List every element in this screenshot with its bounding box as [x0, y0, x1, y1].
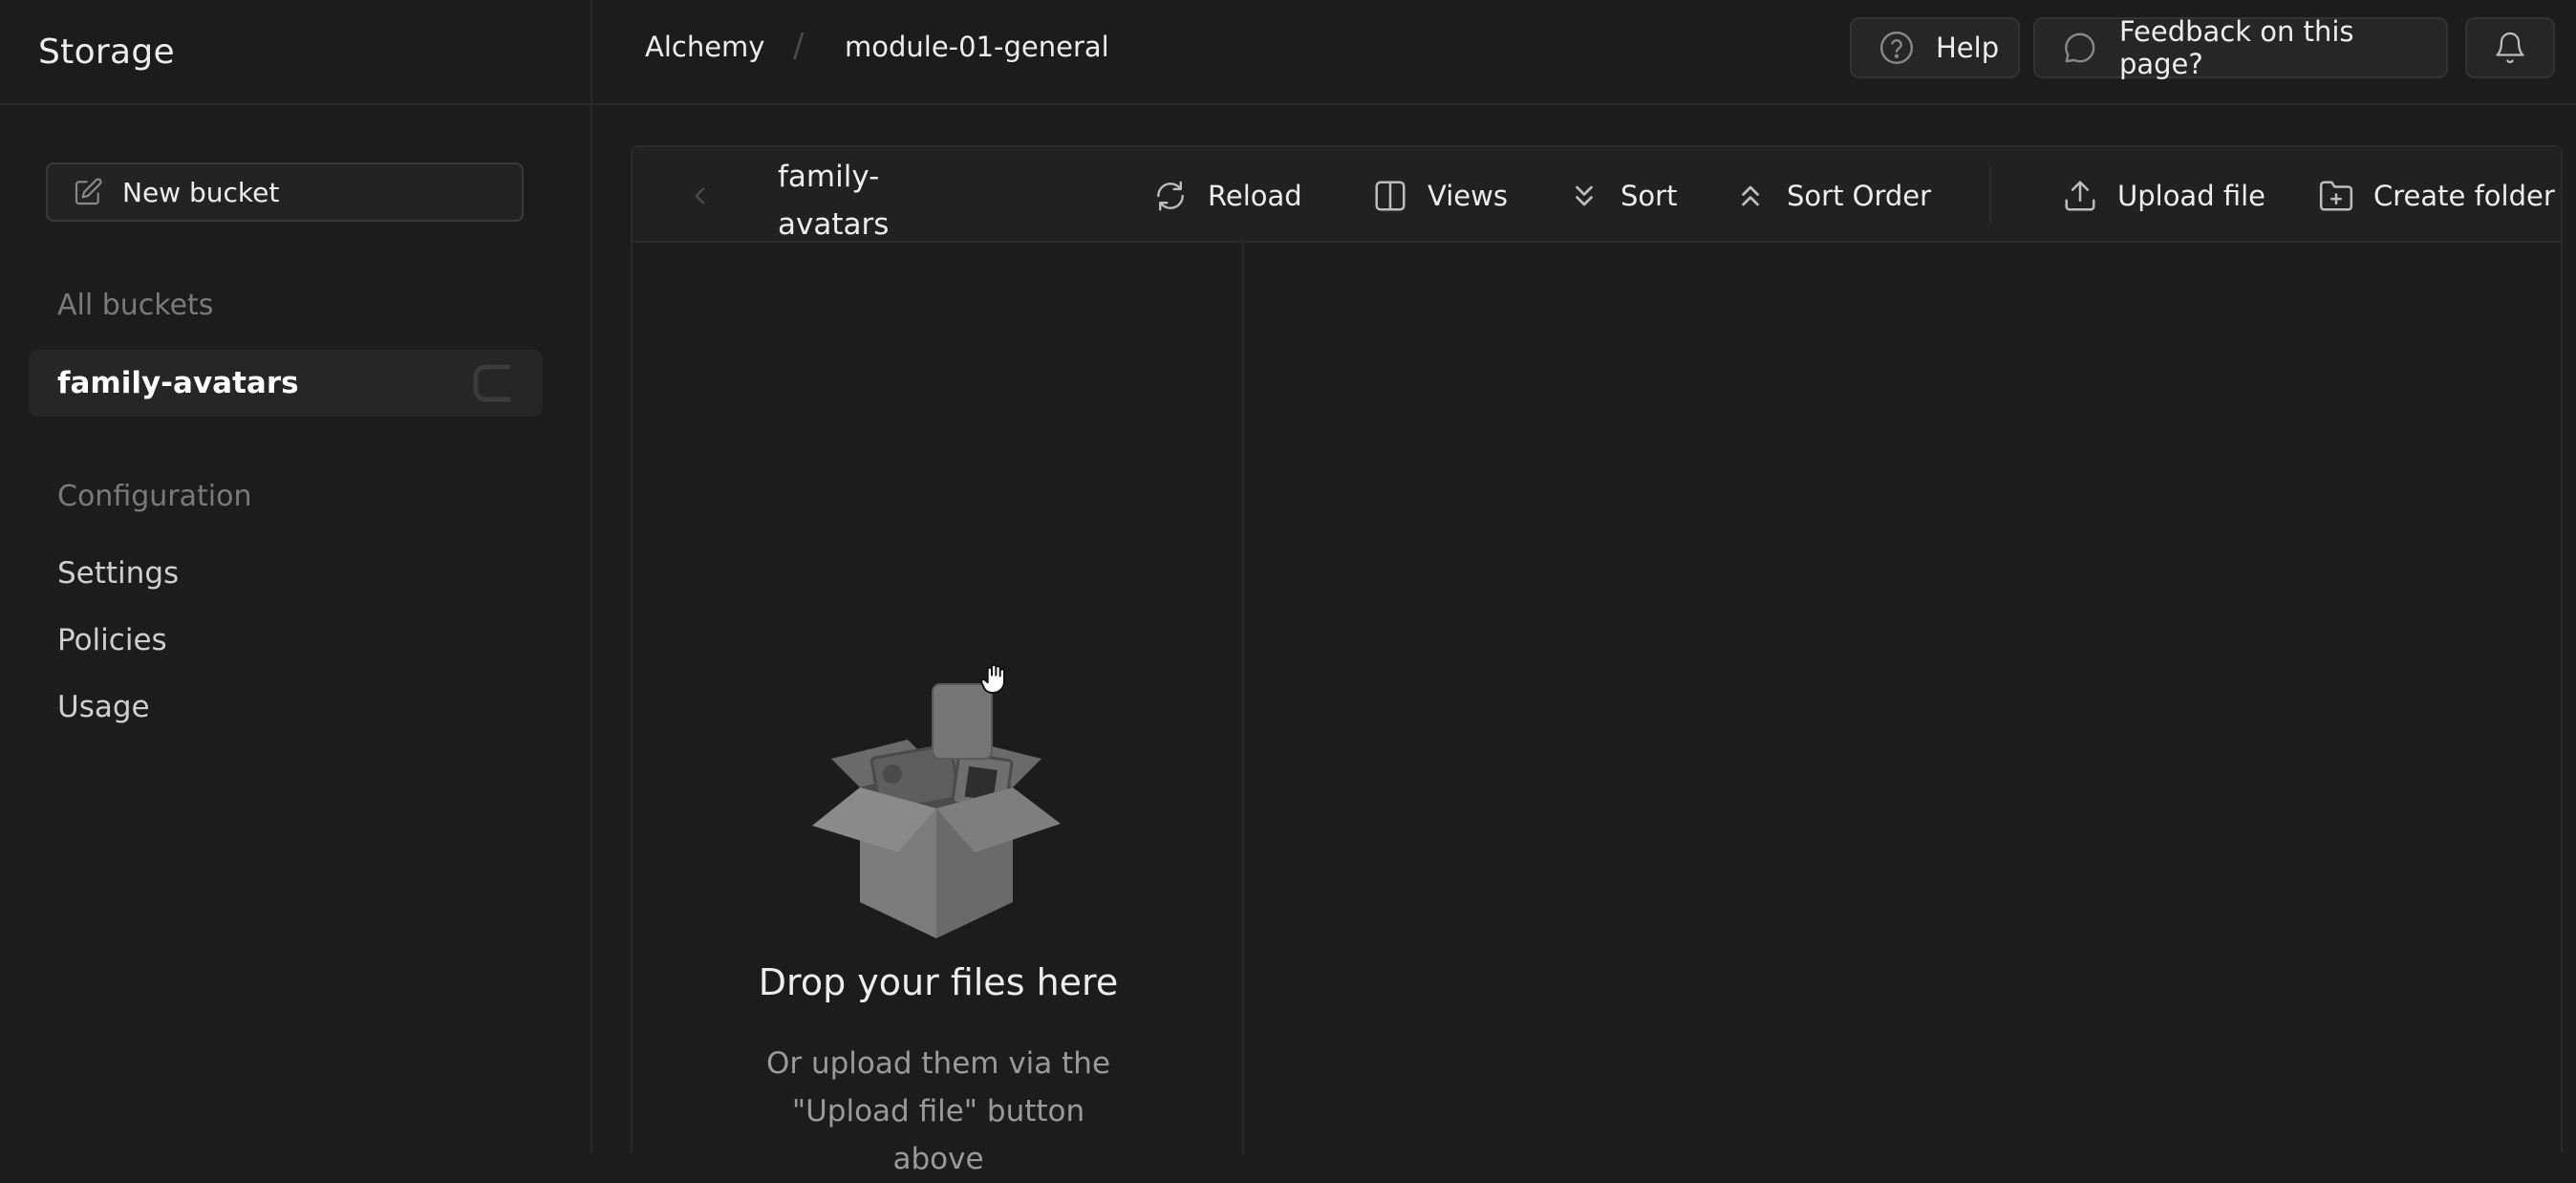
sidebar-item-settings[interactable]: Settings [57, 556, 179, 591]
breadcrumb-separator: / [793, 27, 805, 65]
reload-label: Reload [1208, 180, 1302, 212]
bucket-menu-icon[interactable] [468, 359, 518, 407]
bucket-item-family-avatars[interactable]: family-avatars [29, 350, 543, 417]
reload-button[interactable]: Reload [1152, 174, 1302, 218]
sidebar: Storage New bucket All buckets family-av… [0, 0, 592, 1152]
feedback-button[interactable]: Feedback on this page? [2033, 15, 2448, 80]
sort-order-label: Sort Order [1787, 180, 1932, 212]
chevrons-down-icon [1576, 185, 1593, 206]
toolbar-divider [1989, 166, 1991, 224]
upload-file-button[interactable]: Upload file [2062, 174, 2265, 218]
create-folder-button[interactable]: Create folder [2318, 174, 2555, 218]
empty-state-subtitle-line3: above [892, 1142, 984, 1176]
sort-button[interactable]: Sort [1567, 174, 1677, 218]
feedback-label: Feedback on this page? [2118, 15, 2354, 80]
bucket-title-line1: family- [778, 160, 880, 194]
empty-state-subtitle-line1: Or upload them via the [765, 1046, 1111, 1081]
breadcrumb-org[interactable]: Alchemy [645, 31, 764, 63]
explorer-toolbar: family- avatars Reload Views Sort Sort O… [633, 147, 2561, 243]
chat-bubble-icon [2065, 32, 2095, 63]
chevrons-up-icon [1742, 185, 1759, 206]
configuration-label: Configuration [57, 480, 252, 513]
sidebar-header: Storage [0, 0, 590, 105]
all-buckets-label: All buckets [57, 289, 214, 322]
sidebar-item-policies[interactable]: Policies [57, 623, 167, 657]
help-label: Help [1936, 32, 2000, 64]
notifications-button[interactable] [2465, 17, 2555, 78]
help-button[interactable]: Help [1850, 17, 2020, 78]
bucket-name: family-avatars [57, 366, 299, 400]
refresh-icon [1157, 181, 1184, 211]
file-column[interactable]: Drop your files here Or upload them via … [633, 243, 1244, 1176]
chevron-left-icon[interactable] [688, 182, 713, 210]
bucket-title-line2: avatars [778, 207, 890, 242]
sidebar-title: Storage [38, 32, 175, 72]
top-bar: Alchemy / module-01-general Help Feedbac… [592, 0, 2576, 105]
upload-icon [2065, 181, 2095, 211]
sidebar-item-usage[interactable]: Usage [57, 690, 150, 724]
views-button[interactable]: Views [1372, 174, 1508, 218]
hand-cursor-icon [980, 663, 1005, 694]
file-explorer: family- avatars Reload Views Sort Sort O… [631, 145, 2563, 1176]
sort-label: Sort [1621, 180, 1678, 212]
storage-app: Storage New bucket All buckets family-av… [0, 0, 2576, 1176]
breadcrumb-project[interactable]: module-01-general [845, 31, 1109, 63]
empty-state-subtitle: Or upload them via the "Upload file" but… [747, 1040, 1129, 1183]
bell-icon [2496, 32, 2524, 64]
empty-state-title: Drop your files here [758, 961, 1119, 1003]
columns-icon [1375, 181, 1406, 211]
empty-state-subtitle-line2: "Upload file" button [791, 1094, 1085, 1129]
new-bucket-button[interactable]: New bucket [46, 162, 524, 222]
bucket-title: family- avatars [778, 153, 889, 248]
help-icon [1879, 31, 1914, 65]
folder-plus-icon [2319, 181, 2353, 211]
edit-icon [75, 178, 102, 205]
sort-order-button[interactable]: Sort Order [1733, 174, 1931, 218]
create-folder-label: Create folder [2373, 180, 2555, 212]
open-box-illustration [812, 683, 1061, 938]
upload-file-label: Upload file [2117, 180, 2265, 212]
views-label: Views [1428, 180, 1508, 212]
new-bucket-label: New bucket [122, 176, 280, 208]
